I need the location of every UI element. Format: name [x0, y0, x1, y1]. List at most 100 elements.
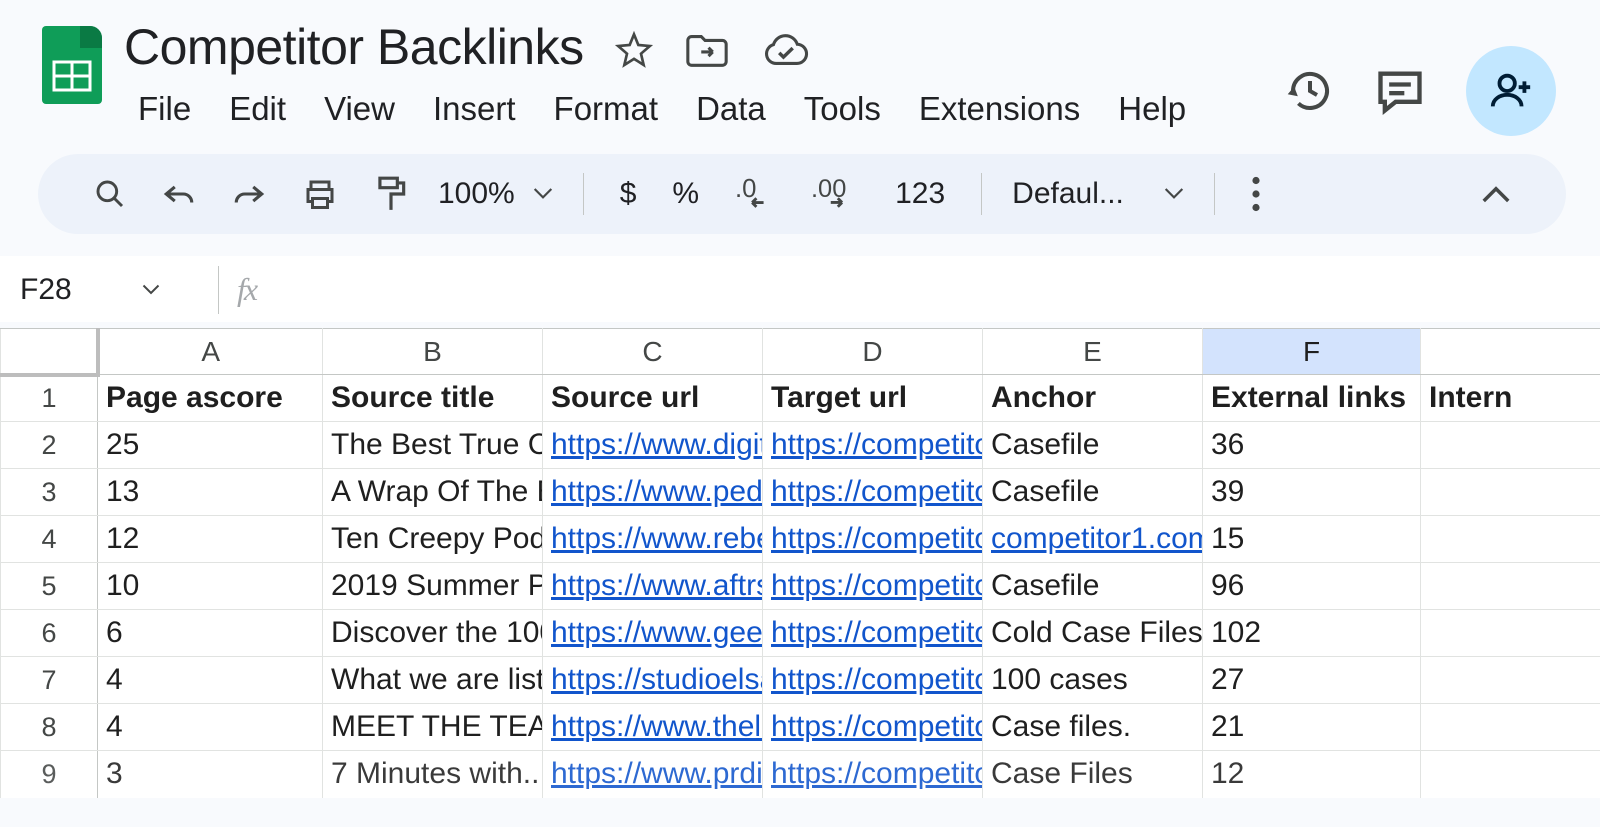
number-format-button[interactable]: 123	[879, 170, 961, 218]
collapse-toolbar-icon[interactable]	[1466, 170, 1526, 218]
cell[interactable]: https://competito	[763, 516, 983, 563]
cell[interactable]: 21	[1203, 704, 1421, 751]
cell[interactable]	[1421, 657, 1600, 704]
cell[interactable]: What we are liste	[323, 657, 543, 704]
zoom-select[interactable]: 100%	[428, 177, 563, 211]
cell[interactable]: Case files.	[983, 704, 1203, 751]
cell[interactable]: Casefile	[983, 563, 1203, 610]
name-box[interactable]: F28	[20, 273, 218, 307]
row-header[interactable]: 8	[1, 704, 98, 751]
cell[interactable]: Source title	[323, 375, 543, 422]
undo-icon[interactable]	[146, 170, 212, 218]
cell[interactable]: Casefile	[983, 469, 1203, 516]
cell[interactable]: https://www.aftrs.	[543, 563, 763, 610]
cell[interactable]: Intern	[1421, 375, 1600, 422]
row-header[interactable]: 2	[1, 422, 98, 469]
cell[interactable]: https://competito	[763, 422, 983, 469]
cell[interactable]: https://www.geek	[543, 610, 763, 657]
row-header[interactable]: 1	[1, 375, 98, 422]
percent-button[interactable]: %	[656, 170, 715, 218]
cell[interactable]: https://competito	[763, 657, 983, 704]
cell[interactable]: 4	[98, 657, 323, 704]
redo-icon[interactable]	[216, 170, 282, 218]
app-logo-button[interactable]	[42, 26, 102, 104]
cell[interactable]: 25	[98, 422, 323, 469]
cell[interactable]: https://www.rebel	[543, 516, 763, 563]
cell[interactable]: https://competito	[763, 469, 983, 516]
cell[interactable]	[1421, 610, 1600, 657]
row-header[interactable]: 7	[1, 657, 98, 704]
paint-format-icon[interactable]	[358, 170, 424, 218]
share-button[interactable]	[1466, 46, 1556, 136]
cell[interactable]	[1421, 704, 1600, 751]
menu-extensions[interactable]: Extensions	[905, 86, 1094, 132]
cell[interactable]: 6	[98, 610, 323, 657]
cell[interactable]: External links	[1203, 375, 1421, 422]
cell[interactable]: Ten Creepy Podc	[323, 516, 543, 563]
row-header[interactable]: 6	[1, 610, 98, 657]
decrease-decimal-button[interactable]: .0	[719, 170, 791, 218]
cell[interactable]: Anchor	[983, 375, 1203, 422]
cell[interactable]: 7 Minutes with...	[323, 751, 543, 798]
cell[interactable]: 102	[1203, 610, 1421, 657]
menu-data[interactable]: Data	[682, 86, 780, 132]
col-header-C[interactable]: C	[543, 329, 763, 375]
col-header-E[interactable]: E	[983, 329, 1203, 375]
cell[interactable]: 36	[1203, 422, 1421, 469]
cell[interactable]	[1421, 422, 1600, 469]
cell[interactable]: https://www.prdis	[543, 751, 763, 798]
print-icon[interactable]	[286, 170, 354, 218]
cell[interactable]: https://www.digita	[543, 422, 763, 469]
cell[interactable]: 15	[1203, 516, 1421, 563]
currency-button[interactable]: $	[604, 170, 653, 218]
col-header-D[interactable]: D	[763, 329, 983, 375]
cloud-status-icon[interactable]	[760, 31, 810, 69]
cell[interactable]: 12	[98, 516, 323, 563]
cell[interactable]: competitor1.com	[983, 516, 1203, 563]
cell[interactable]: The Best True Cr	[323, 422, 543, 469]
cell[interactable]: Case Files	[983, 751, 1203, 798]
menu-tools[interactable]: Tools	[790, 86, 895, 132]
cell[interactable]: 4	[98, 704, 323, 751]
menu-help[interactable]: Help	[1104, 86, 1200, 132]
row-header[interactable]: 9	[1, 751, 98, 798]
select-all-corner[interactable]	[1, 329, 98, 375]
row-header[interactable]: 3	[1, 469, 98, 516]
more-toolbar-icon[interactable]	[1235, 170, 1277, 218]
col-header-B[interactable]: B	[323, 329, 543, 375]
cell[interactable]: Page ascore	[98, 375, 323, 422]
cell[interactable]: https://competito	[763, 610, 983, 657]
col-header-G[interactable]	[1421, 329, 1600, 375]
comments-icon[interactable]	[1374, 67, 1426, 115]
cell[interactable]	[1421, 516, 1600, 563]
cell[interactable]: MEET THE TEAM	[323, 704, 543, 751]
cell[interactable]: https://www.thelif	[543, 704, 763, 751]
cell[interactable]: Casefile	[983, 422, 1203, 469]
cell[interactable]: A Wrap Of The B	[323, 469, 543, 516]
cell[interactable]: 12	[1203, 751, 1421, 798]
cell[interactable]: Discover the 100	[323, 610, 543, 657]
menu-format[interactable]: Format	[540, 86, 673, 132]
menu-edit[interactable]: Edit	[215, 86, 300, 132]
col-header-F[interactable]: F	[1203, 329, 1421, 375]
cell[interactable]	[1421, 563, 1600, 610]
cell[interactable]: 39	[1203, 469, 1421, 516]
cell[interactable]	[1421, 751, 1600, 798]
cell[interactable]: https://studioelsa	[543, 657, 763, 704]
cell[interactable]: Source url	[543, 375, 763, 422]
cell[interactable]: 13	[98, 469, 323, 516]
cell[interactable]	[1421, 469, 1600, 516]
star-icon[interactable]	[614, 30, 654, 70]
row-header[interactable]: 5	[1, 563, 98, 610]
cell[interactable]: 27	[1203, 657, 1421, 704]
row-header[interactable]: 4	[1, 516, 98, 563]
cell[interactable]: Target url	[763, 375, 983, 422]
cell[interactable]: 2019 Summer Pl	[323, 563, 543, 610]
cell[interactable]: https://competito	[763, 751, 983, 798]
menu-view[interactable]: View	[310, 86, 409, 132]
cell[interactable]: https://competito	[763, 563, 983, 610]
font-family-select[interactable]: Defaul...	[1002, 177, 1194, 211]
cell[interactable]: 96	[1203, 563, 1421, 610]
increase-decimal-button[interactable]: .00	[795, 170, 875, 218]
move-icon[interactable]	[684, 30, 730, 70]
